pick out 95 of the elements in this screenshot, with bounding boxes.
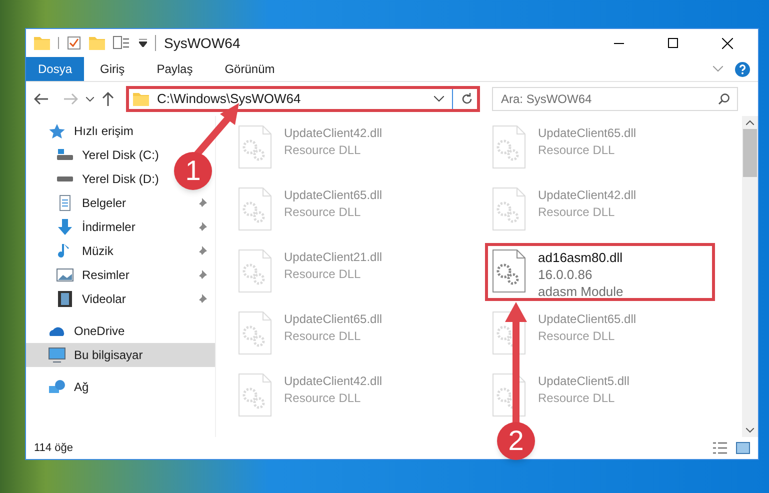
file-name: UpdateClient42.dll [284, 125, 382, 142]
drive-icon [56, 147, 74, 163]
properties-icon[interactable] [113, 36, 131, 50]
sidebar-label: OneDrive [74, 323, 125, 340]
sidebar-label: Müzik [82, 243, 114, 260]
ribbon-tab[interactable]: Görünüm [208, 57, 291, 81]
file-name: UpdateClient42.dll [538, 187, 636, 204]
drive-icon [56, 176, 74, 182]
close-icon [722, 38, 732, 48]
sidebar-item[interactable]: Hızlı erişim [26, 119, 142, 143]
back-arrow-icon[interactable] [34, 93, 48, 105]
down-arrow-icon [56, 219, 74, 235]
ribbon-tab[interactable]: Paylaş [140, 57, 209, 81]
sidebar-label: Yerel Disk (D:) [82, 171, 159, 188]
sidebar-label: Belgeler [82, 195, 126, 212]
sidebar-item[interactable]: Ağ [26, 375, 97, 399]
sidebar-item[interactable]: OneDrive [26, 319, 133, 343]
sidebar-label: İndirmeler [82, 219, 136, 236]
file-detail: Resource DLL [538, 142, 616, 159]
address-field[interactable]: C:\Windows\SysWOW64 [126, 86, 480, 112]
sidebar-label: Resimler [82, 267, 130, 284]
window-title: SysWOW64 [164, 34, 240, 53]
file-name: UpdateClient65.dll [538, 125, 636, 142]
file-item[interactable]: ad16asm80.dll 16.0.0.86 adasm Module [488, 246, 712, 298]
new-folder-icon [89, 36, 105, 50]
sidebar-item[interactable]: Müzik [26, 239, 215, 263]
file-name: UpdateClient42.dll [284, 373, 382, 390]
file-detail: Resource DLL [284, 142, 362, 159]
file-detail: Resource DLL [538, 328, 616, 345]
sidebar-label: Ağ [74, 379, 89, 396]
refresh-icon[interactable] [461, 93, 473, 105]
file-detail: adasm Module [538, 283, 624, 300]
dll-file-icon [238, 125, 272, 169]
sidebar-item[interactable]: Yerel Disk (D:) [26, 167, 167, 191]
up-arrow-icon[interactable] [102, 92, 114, 106]
search-icon[interactable] [718, 93, 730, 105]
sidebar-item[interactable]: Belgeler [26, 191, 215, 215]
dll-file-icon [492, 125, 526, 169]
sidebar-item[interactable]: Videolar [26, 287, 215, 311]
file-detail: Resource DLL [538, 204, 616, 221]
scroll-down-icon[interactable] [746, 428, 754, 433]
checkmark-icon[interactable] [67, 36, 81, 50]
search-field[interactable]: Ara: SysWOW64 [492, 87, 738, 111]
ribbon-tab[interactable]: Giriş [84, 57, 141, 81]
star-icon [48, 123, 66, 139]
dropdown-caret-icon[interactable] [139, 39, 147, 47]
file-detail: Resource DLL [538, 390, 616, 407]
file-name: UpdateClient5.dll [538, 373, 630, 390]
sidebar-label: Bu bilgisayar [74, 347, 143, 364]
monitor-icon [48, 347, 66, 363]
sidebar-item[interactable]: Bu bilgisayar [26, 343, 215, 367]
sidebar-label: Hızlı erişim [74, 123, 134, 140]
network-icon [48, 379, 66, 395]
dll-file-icon [492, 187, 526, 231]
file-name: UpdateClient21.dll [284, 249, 382, 266]
film-icon [56, 291, 74, 307]
picture-icon [56, 267, 74, 283]
scroll-up-icon[interactable] [746, 120, 754, 125]
sidebar-item[interactable]: Yerel Disk (C:) [26, 143, 167, 167]
file-detail: Resource DLL [284, 204, 362, 221]
sidebar-item[interactable]: Resimler [26, 263, 215, 287]
file-detail: Resource DLL [284, 266, 362, 283]
sidebar-label: Videolar [82, 291, 126, 308]
dll-file-icon [238, 311, 272, 355]
scroll-thumb[interactable] [743, 129, 757, 177]
pin-icon[interactable] [197, 222, 207, 232]
folder-icon [34, 36, 50, 50]
file-detail: Resource DLL [284, 390, 362, 407]
file-name: UpdateClient65.dll [284, 187, 382, 204]
file-detail: 16.0.0.86 [538, 266, 594, 283]
dropdown-chevron-icon[interactable] [86, 96, 94, 102]
folder-icon [133, 92, 149, 106]
pin-icon[interactable] [197, 270, 207, 280]
pin-icon[interactable] [197, 246, 207, 256]
address-path: C:\Windows\SysWOW64 [157, 90, 302, 108]
ribbon-tab[interactable]: Dosya [26, 57, 84, 81]
sidebar-item[interactable]: İndirmeler [26, 215, 215, 239]
help-icon[interactable] [735, 62, 750, 76]
tiles-view-icon[interactable] [736, 442, 750, 454]
dll-file-icon [238, 373, 272, 417]
file-name: UpdateClient65.dll [284, 311, 382, 328]
dll-file-icon [492, 249, 526, 293]
dll-file-icon [492, 373, 526, 417]
details-view-icon[interactable] [712, 442, 728, 454]
file-detail: Resource DLL [284, 328, 362, 345]
pin-icon[interactable] [197, 198, 207, 208]
pin-icon[interactable] [197, 294, 207, 304]
file-name: ad16asm80.dll [538, 249, 624, 266]
dll-file-icon [238, 249, 272, 293]
file-name: UpdateClient65.dll [538, 311, 636, 328]
dll-file-icon [238, 187, 272, 231]
scrollbar[interactable] [742, 116, 758, 437]
item-count: 114 öğe [34, 440, 73, 456]
chevron-down-icon[interactable] [434, 96, 444, 102]
sidebar-label: Yerel Disk (C:) [82, 147, 159, 164]
